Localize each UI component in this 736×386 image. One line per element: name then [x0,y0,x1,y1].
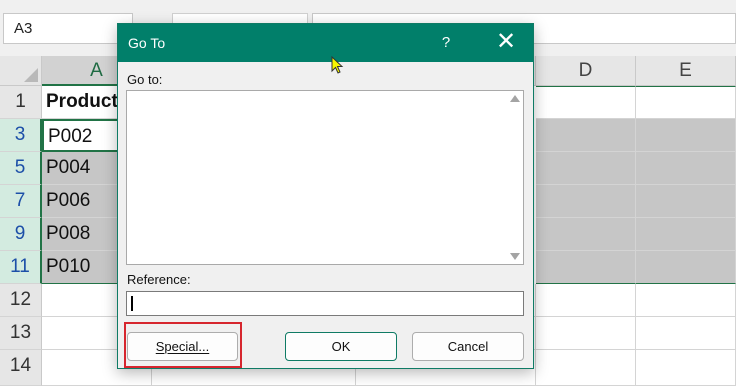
reference-input[interactable] [126,291,524,316]
close-button[interactable]: ✕ [486,26,526,60]
cell-d9[interactable] [536,218,636,251]
cell-d11[interactable] [536,251,636,284]
row-header-5[interactable]: 5 [0,152,42,185]
cell-e9[interactable] [636,218,736,251]
scroll-up-arrow-icon[interactable] [510,95,520,102]
row-header-7[interactable]: 7 [0,185,42,218]
row-header-14[interactable]: 14 [0,350,42,386]
cell-d13[interactable] [536,317,636,350]
help-button[interactable]: ? [428,26,464,60]
mouse-pointer-icon [331,56,344,74]
column-header-e[interactable]: E [636,56,736,86]
cell-e13[interactable] [636,317,736,350]
cancel-button[interactable]: Cancel [412,332,524,361]
row-header-3[interactable]: 3 [0,119,42,152]
name-box[interactable]: A3 [3,13,133,44]
cell-d3[interactable] [536,119,636,152]
text-caret [131,296,133,311]
cell-e12[interactable] [636,284,736,317]
cell-e7[interactable] [636,185,736,218]
cell-e11[interactable] [636,251,736,284]
column-header-d[interactable]: D [536,56,636,86]
cell-d1[interactable] [536,86,636,119]
cell-d7[interactable] [536,185,636,218]
ok-button[interactable]: OK [285,332,397,361]
row-header-9[interactable]: 9 [0,218,42,251]
goto-dialog: Go To ? ✕ Go to: Reference: Special... O… [117,23,534,369]
reference-label: Reference: [127,272,191,287]
cell-d5[interactable] [536,152,636,185]
cell-e14[interactable] [636,350,736,386]
cell-d14[interactable] [536,350,636,386]
row-header-12[interactable]: 12 [0,284,42,317]
row-header-1[interactable]: 1 [0,86,42,119]
cell-d12[interactable] [536,284,636,317]
row-header-13[interactable]: 13 [0,317,42,350]
dialog-title: Go To [128,35,166,51]
select-all-corner[interactable] [0,56,42,86]
row-header-11[interactable]: 11 [0,251,42,284]
scroll-down-arrow-icon[interactable] [510,253,520,260]
goto-label: Go to: [127,72,163,87]
goto-list[interactable] [126,90,524,265]
cell-e1[interactable] [636,86,736,119]
special-button-highlight-box [124,322,242,368]
cell-e5[interactable] [636,152,736,185]
dialog-title-bar[interactable]: Go To ? ✕ [118,24,533,62]
cell-e3[interactable] [636,119,736,152]
